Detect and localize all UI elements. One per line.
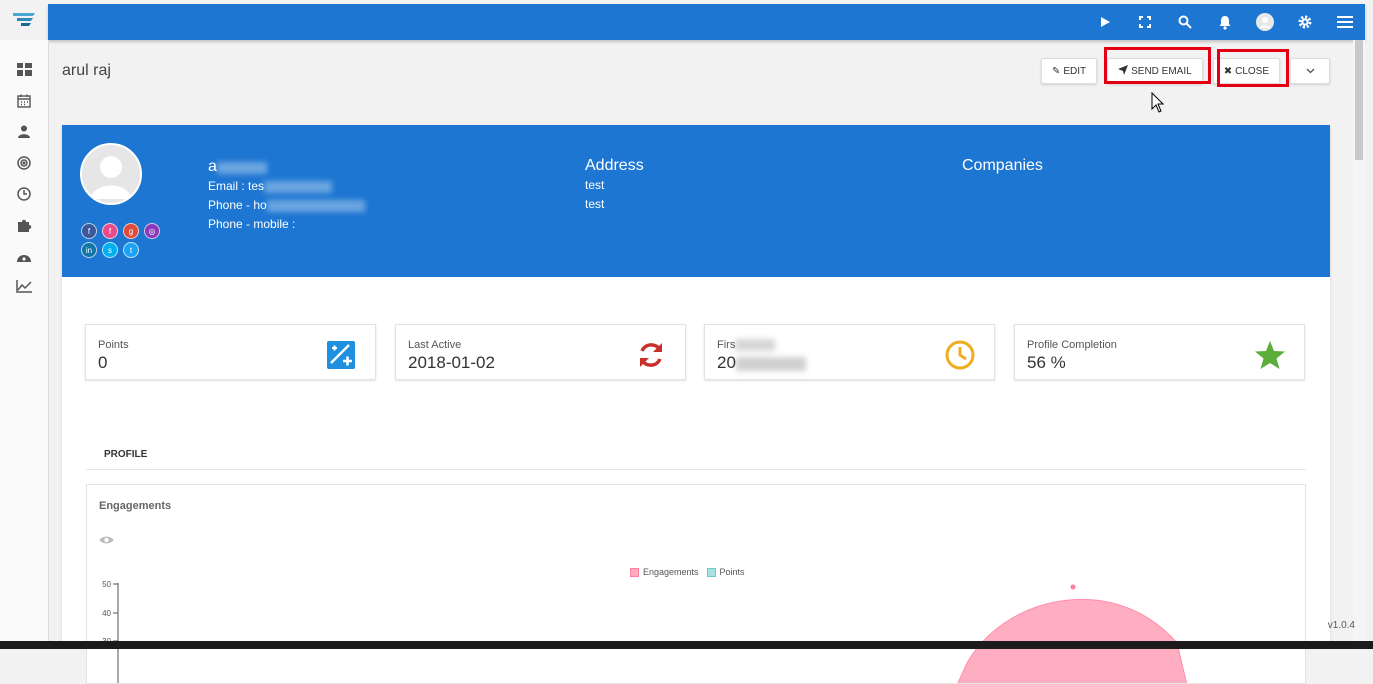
contact-avatar [80,143,142,205]
facebook-icon[interactable]: f [81,223,97,239]
more-actions-dropdown[interactable] [1290,58,1330,84]
companies-heading: Companies [962,157,1043,174]
contact-email: Email : tes [208,177,365,196]
star-icon [1255,341,1285,369]
redacted-text [264,180,333,193]
search-icon[interactable] [1165,4,1205,40]
eye-icon[interactable] [99,535,114,545]
scrollbar-thumb[interactable] [1355,40,1363,160]
stat-value: 56 % [1027,353,1066,372]
logo-icon [13,13,35,26]
engagements-chart: 50 40 30 [102,580,1188,683]
address-lines: test test [585,176,604,214]
gear-icon[interactable] [1285,4,1325,40]
tab-profile[interactable]: PROFILE [86,449,165,460]
engagements-point [1070,584,1076,590]
redacted-text [735,339,776,352]
stat-card-first-seen: Firs 20 [704,324,995,380]
stat-value: 0 [98,353,108,372]
bell-icon[interactable] [1205,4,1245,40]
send-email-button[interactable]: SEND EMAIL [1107,58,1203,84]
close-button[interactable]: ✖ CLOSE [1212,58,1280,84]
target-icon[interactable] [0,147,48,178]
app-logo[interactable] [0,0,48,40]
play-icon[interactable] [1085,4,1125,40]
address-line-2: test [585,197,605,211]
engagements-title: Engagements [99,500,172,512]
os-taskbar [0,641,1373,649]
calendar-icon[interactable] [0,85,48,116]
close-label: CLOSE [1235,65,1269,77]
google-plus-icon[interactable]: g [123,223,139,239]
stat-label: Last Active [408,339,462,351]
contact-phone-home: Phone - ho [208,196,365,215]
contact-name: a [208,157,365,177]
chart-line-icon[interactable] [0,271,48,302]
contact-card: f f g ◎ in s t a Email : tes Phone - ho … [62,125,1330,684]
user-icon[interactable] [0,116,48,147]
contact-info: a Email : tes Phone - ho Phone - mobile … [208,157,365,234]
contact-header-panel: f f g ◎ in s t a Email : tes Phone - ho … [62,125,1330,277]
close-icon: ✖ [1223,65,1233,77]
skype-icon[interactable]: s [102,242,118,258]
page-title: arul raj [62,62,111,79]
send-email-label: SEND EMAIL [1131,65,1192,77]
dashboard-icon[interactable] [0,54,48,85]
address-line-1: test [585,178,605,192]
user-avatar-icon[interactable] [1245,4,1285,40]
page-scrollbar[interactable] [1353,40,1365,641]
stat-label: Profile Completion [1027,339,1117,351]
twitter-icon[interactable]: t [123,242,139,258]
refresh-icon [640,343,662,367]
redacted-text [266,199,365,212]
stat-label: Points [98,339,129,351]
add-image-icon [327,341,355,369]
version-label: v1.0.4 [1327,620,1355,631]
y-tick-50: 50 [102,580,111,589]
instagram-icon[interactable]: ◎ [144,223,160,239]
y-tick-40: 40 [102,609,111,618]
left-sidebar [0,40,49,641]
edit-button[interactable]: ✎ EDIT [1040,58,1098,84]
stat-label: Firs [717,339,776,352]
stat-value: 20 [717,353,806,373]
clock-icon[interactable] [0,178,48,209]
puzzle-icon[interactable] [0,209,48,240]
paper-plane-icon [1118,64,1129,78]
stat-card-last-active: Last Active 2018-01-02 [395,324,686,380]
contact-phone-mobile: Phone - mobile : [208,217,296,231]
tab-divider [86,469,1306,470]
chevron-down-icon [1306,66,1315,77]
edit-icon: ✎ [1051,65,1061,77]
social-links: f f g ◎ in s t [81,223,171,261]
foursquare-icon[interactable]: f [102,223,118,239]
address-heading: Address [585,157,644,174]
action-toolbar: ✎ EDIT SEND EMAIL ✖ CLOSE [1040,58,1330,84]
redacted-text [216,161,267,174]
redacted-text [735,356,806,371]
menu-icon[interactable] [1325,4,1365,40]
engagements-panel: Engagements Engagements Points 50 40 30 [86,484,1306,684]
linkedin-icon[interactable]: in [81,242,97,258]
stat-value: 2018-01-02 [408,353,495,372]
top-navbar [48,4,1365,40]
mouse-cursor-icon [1151,92,1165,113]
clock-icon [945,340,975,370]
stat-card-points: Points 0 [85,324,376,380]
edit-label: EDIT [1063,65,1087,77]
fullscreen-icon[interactable] [1125,4,1165,40]
palette-icon[interactable] [0,240,48,271]
stat-card-profile-completion: Profile Completion 56 % [1014,324,1305,380]
